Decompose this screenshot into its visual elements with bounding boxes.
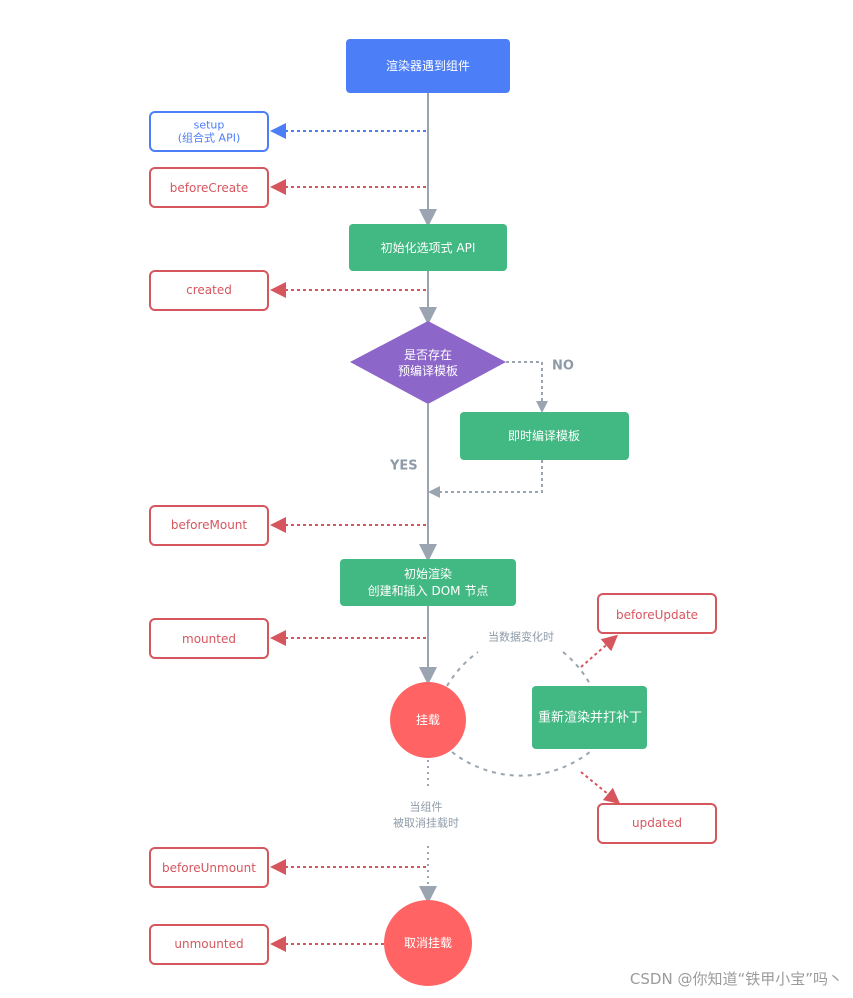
hook-label: mounted xyxy=(182,632,236,646)
node-label: 渲染器遇到组件 xyxy=(386,58,470,73)
hook-label: beforeCreate xyxy=(170,181,249,195)
node-label: 挂载 xyxy=(416,713,440,727)
label-when-unmounted-line2: 被取消挂载时 xyxy=(393,816,459,830)
hook-unmounted: unmounted xyxy=(149,924,269,965)
hook-label: beforeMount xyxy=(171,518,248,532)
hook-updated: updated xyxy=(597,803,717,844)
node-label-line2: 创建和插入 DOM 节点 xyxy=(368,584,489,598)
hook-label: unmounted xyxy=(174,937,243,951)
hook-beforeUpdate: beforeUpdate xyxy=(597,593,717,634)
node-label-line1: 是否存在 xyxy=(404,348,452,362)
hook-label-line2: (组合式 API) xyxy=(178,131,240,145)
hook-beforeUnmount: beforeUnmount xyxy=(149,847,269,888)
hook-beforeMount: beforeMount xyxy=(149,505,269,546)
label-when-unmounted-line1: 当组件 xyxy=(410,800,443,814)
hook-label: beforeUpdate xyxy=(616,608,698,622)
hook-label: created xyxy=(186,283,232,297)
node-renderer-encounters-component: 渲染器遇到组件 xyxy=(346,39,510,93)
label-when-data-changes: 当数据变化时 xyxy=(488,630,554,644)
hook-label-line1: setup xyxy=(194,119,225,132)
hook-beforeCreate: beforeCreate xyxy=(149,167,269,208)
hook-mounted: mounted xyxy=(149,618,269,659)
node-decision-precompiled-template: 是否存在 预编译模板 xyxy=(350,321,506,404)
hook-arrow-updated xyxy=(580,771,621,805)
hook-label: beforeUnmount xyxy=(162,861,256,875)
node-label: 初始化选项式 API xyxy=(381,241,476,255)
node-label: 重新渲染并打补丁 xyxy=(538,710,642,726)
hook-label: updated xyxy=(632,816,682,830)
node-mounted-state: 挂载 xyxy=(390,682,466,758)
node-compile-template-jit: 即时编译模板 xyxy=(460,412,629,460)
node-label-line2: 预编译模板 xyxy=(398,363,458,378)
node-init-options-api: 初始化选项式 API xyxy=(349,224,507,271)
flow-line-compile-return xyxy=(428,460,543,498)
lifecycle-diagram: 渲染器遇到组件 初始化选项式 API 是否存在 预编译模板 即时编译模板 初始渲… xyxy=(149,39,843,988)
node-label: 即时编译模板 xyxy=(508,428,580,443)
update-cycle-arc-bottom xyxy=(451,750,592,777)
hook-setup: setup (组合式 API) xyxy=(149,111,269,152)
node-label-line1: 初始渲染 xyxy=(404,566,452,581)
hook-created: created xyxy=(149,270,269,311)
label-no: NO xyxy=(552,359,574,374)
node-rerender-and-patch: 重新渲染并打补丁 xyxy=(532,686,647,749)
flow-line-no-branch xyxy=(506,361,548,413)
node-unmount-state: 取消挂载 xyxy=(384,900,472,986)
label-yes: YES xyxy=(389,459,418,474)
node-initial-render: 初始渲染 创建和插入 DOM 节点 xyxy=(340,559,516,606)
update-cycle-arc-top-left xyxy=(446,651,479,687)
update-cycle-arc-top-right xyxy=(562,651,592,687)
watermark: CSDN @你知道“铁甲小宝”吗丶 xyxy=(630,970,843,988)
node-label: 取消挂载 xyxy=(404,936,452,950)
hook-arrow-beforeUpdate xyxy=(580,634,619,668)
